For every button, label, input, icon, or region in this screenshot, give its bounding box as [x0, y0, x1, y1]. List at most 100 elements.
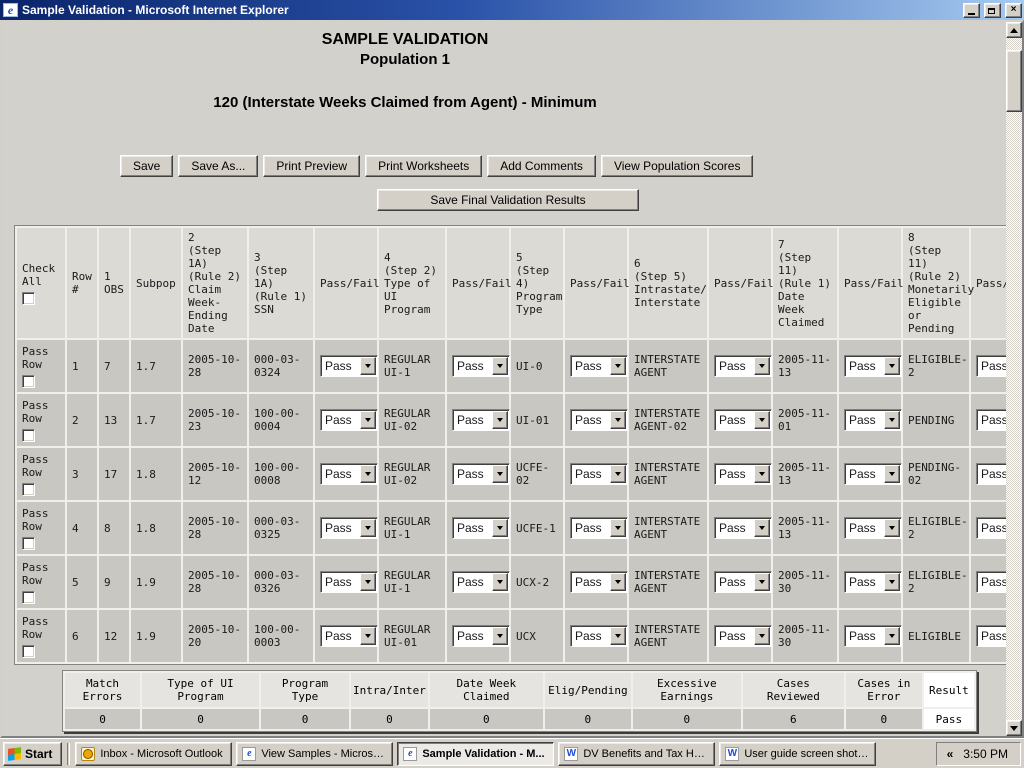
pass-fail-select[interactable]: Pass [570, 409, 628, 431]
pass-row-checkbox[interactable] [22, 591, 35, 604]
pass-row-checkbox[interactable] [22, 645, 35, 658]
dropdown-arrow-icon[interactable] [492, 411, 508, 429]
dropdown-arrow-icon[interactable] [610, 627, 626, 645]
pass-fail-select[interactable]: Pass [452, 517, 510, 539]
dropdown-arrow-icon[interactable] [884, 465, 900, 483]
dropdown-arrow-icon[interactable] [754, 357, 770, 375]
print-worksheets-button[interactable]: Print Worksheets [365, 155, 482, 177]
pass-fail-select[interactable]: Pass [844, 517, 902, 539]
pass-fail-select[interactable]: Pass [844, 571, 902, 593]
scroll-down-icon[interactable] [1006, 720, 1022, 736]
dropdown-arrow-icon[interactable] [492, 573, 508, 591]
pass-fail-select[interactable]: Pass [714, 463, 772, 485]
pass-fail-select[interactable]: Pass [714, 517, 772, 539]
taskbar-task-inbox-microsoft-outlook[interactable]: Inbox - Microsoft Outlook [75, 742, 232, 766]
select-value: Pass [715, 468, 754, 481]
pass-fail-select[interactable]: Pass [844, 625, 902, 647]
pass-fail-select[interactable]: Pass [320, 625, 378, 647]
table-row: Pass Row3171.82005-10-12100-00-0008PassR… [17, 448, 1006, 500]
pass-fail-select[interactable]: Pass [976, 517, 1006, 539]
pass-fail-select[interactable]: Pass [844, 355, 902, 377]
start-button[interactable]: Start [3, 742, 62, 766]
pass-fail-select[interactable]: Pass [976, 571, 1006, 593]
pass-fail-select[interactable]: Pass [452, 409, 510, 431]
pass-fail-select[interactable]: Pass [570, 463, 628, 485]
pass-fail-select[interactable]: Pass [452, 625, 510, 647]
pass-row-checkbox[interactable] [22, 537, 35, 550]
dropdown-arrow-icon[interactable] [360, 519, 376, 537]
pass-fail-select[interactable]: Pass [320, 517, 378, 539]
pass-fail-select[interactable]: Pass [452, 463, 510, 485]
pass-fail-select[interactable]: Pass [844, 463, 902, 485]
dropdown-arrow-icon[interactable] [360, 411, 376, 429]
cell-pf3: Pass [565, 502, 627, 554]
dropdown-arrow-icon[interactable] [610, 411, 626, 429]
dropdown-arrow-icon[interactable] [492, 357, 508, 375]
pass-fail-select[interactable]: Pass [452, 571, 510, 593]
pass-fail-select[interactable]: Pass [570, 625, 628, 647]
pass-fail-select[interactable]: Pass [976, 355, 1006, 377]
taskbar-task-view-samples-microsoft[interactable]: eView Samples - Microsoft... [236, 742, 393, 766]
dropdown-arrow-icon[interactable] [492, 465, 508, 483]
dropdown-arrow-icon[interactable] [492, 627, 508, 645]
taskbar-task-user-guide-screen-shots[interactable]: WUser guide screen shots ... [719, 742, 876, 766]
dropdown-arrow-icon[interactable] [884, 627, 900, 645]
dropdown-arrow-icon[interactable] [610, 519, 626, 537]
view-population-scores-button[interactable]: View Population Scores [601, 155, 754, 177]
dropdown-arrow-icon[interactable] [610, 573, 626, 591]
pass-fail-select[interactable]: Pass [976, 409, 1006, 431]
dropdown-arrow-icon[interactable] [610, 357, 626, 375]
summary-value-program-type: 0 [261, 709, 349, 729]
pass-row-checkbox[interactable] [22, 483, 35, 496]
dropdown-arrow-icon[interactable] [360, 573, 376, 591]
dropdown-arrow-icon[interactable] [360, 465, 376, 483]
pass-fail-select[interactable]: Pass [320, 409, 378, 431]
pass-fail-select[interactable]: Pass [976, 463, 1006, 485]
pass-fail-select[interactable]: Pass [976, 625, 1006, 647]
pass-fail-select[interactable]: Pass [320, 355, 378, 377]
pass-fail-select[interactable]: Pass [714, 355, 772, 377]
taskbar-task-sample-validation-m[interactable]: eSample Validation - M... [397, 742, 554, 766]
dropdown-arrow-icon[interactable] [360, 627, 376, 645]
pass-fail-select[interactable]: Pass [320, 571, 378, 593]
dropdown-arrow-icon[interactable] [884, 519, 900, 537]
pass-fail-select[interactable]: Pass [844, 409, 902, 431]
taskbar-task-dv-benefits-and-tax-han[interactable]: WDV Benefits and Tax Han... [558, 742, 715, 766]
pass-fail-select[interactable]: Pass [570, 355, 628, 377]
pass-fail-select[interactable]: Pass [714, 625, 772, 647]
pass-row-checkbox[interactable] [22, 375, 35, 388]
restore-button[interactable] [984, 3, 1001, 18]
dropdown-arrow-icon[interactable] [754, 411, 770, 429]
add-comments-button[interactable]: Add Comments [487, 155, 596, 177]
dropdown-arrow-icon[interactable] [884, 357, 900, 375]
pass-fail-select[interactable]: Pass [570, 517, 628, 539]
pass-fail-select[interactable]: Pass [714, 571, 772, 593]
dropdown-arrow-icon[interactable] [884, 411, 900, 429]
dropdown-arrow-icon[interactable] [360, 357, 376, 375]
pass-fail-select[interactable]: Pass [714, 409, 772, 431]
scroll-up-icon[interactable] [1006, 22, 1022, 38]
tray-chevron[interactable]: « [947, 747, 954, 761]
dropdown-arrow-icon[interactable] [754, 627, 770, 645]
vertical-scrollbar[interactable] [1006, 22, 1022, 736]
pass-fail-select[interactable]: Pass [320, 463, 378, 485]
dropdown-arrow-icon[interactable] [754, 465, 770, 483]
summary-value-cases-in-error: 0 [846, 709, 922, 729]
dropdown-arrow-icon[interactable] [492, 519, 508, 537]
minimize-button[interactable] [963, 3, 980, 18]
scrollbar-thumb[interactable] [1006, 50, 1022, 112]
print-preview-button[interactable]: Print Preview [263, 155, 360, 177]
dropdown-arrow-icon[interactable] [754, 573, 770, 591]
dropdown-arrow-icon[interactable] [610, 465, 626, 483]
pass-fail-select[interactable]: Pass [452, 355, 510, 377]
pass-row-checkbox[interactable] [22, 429, 35, 442]
save-button[interactable]: Save [120, 155, 173, 177]
cell-pf1: Pass [315, 502, 377, 554]
dropdown-arrow-icon[interactable] [754, 519, 770, 537]
save-final-validation-results-button[interactable]: Save Final Validation Results [377, 189, 639, 211]
check-all-checkbox[interactable] [22, 292, 35, 305]
dropdown-arrow-icon[interactable] [884, 573, 900, 591]
pass-fail-select[interactable]: Pass [570, 571, 628, 593]
close-button[interactable]: × [1005, 3, 1022, 18]
save-as-button[interactable]: Save As... [178, 155, 258, 177]
